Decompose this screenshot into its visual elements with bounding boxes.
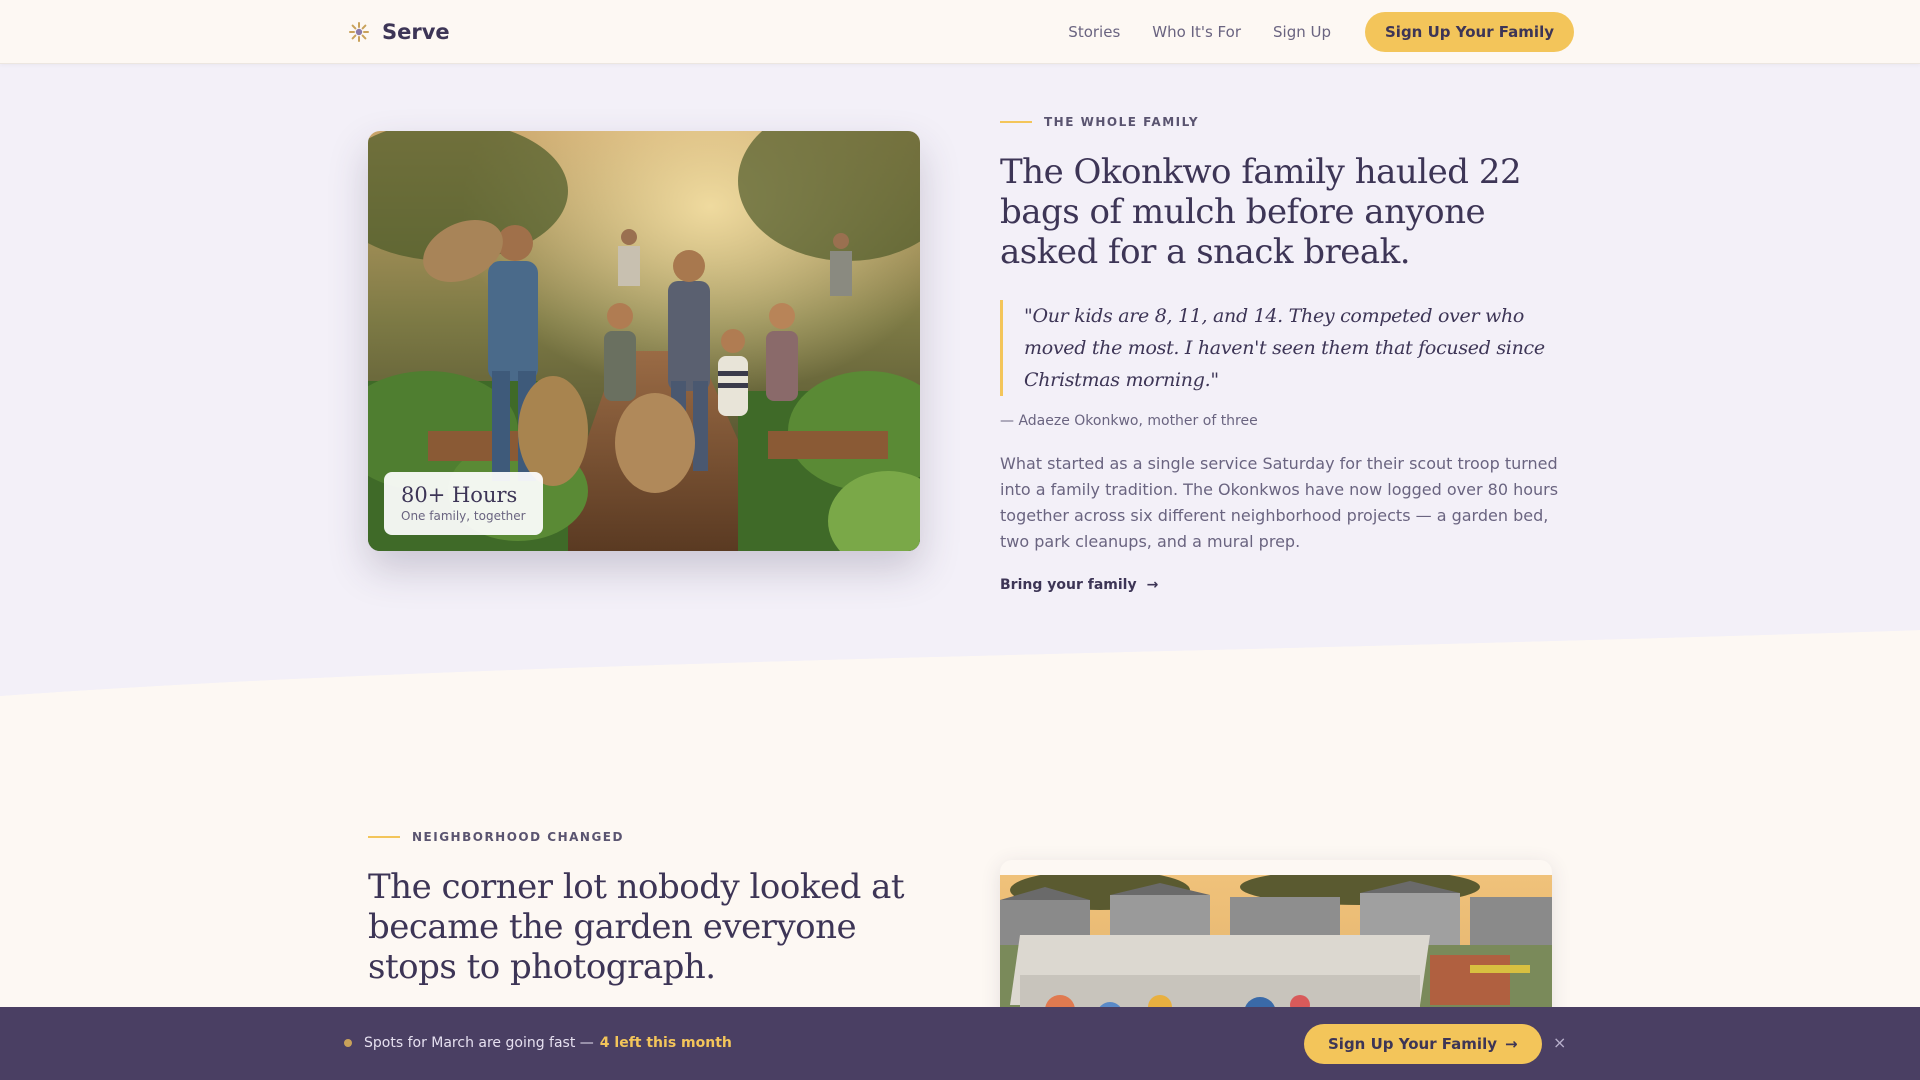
header-signup-button[interactable]: Sign Up Your Family — [1365, 12, 1574, 52]
sunburst-logo-icon — [349, 22, 369, 42]
story1-body: What started as a single service Saturda… — [1000, 454, 1559, 551]
bring-family-link[interactable]: Bring your family → — [1000, 577, 1560, 593]
quote-attribution: — Adaeze Okonkwo, mother of three — [1000, 413, 1258, 429]
family-garden-photo: 80+ Hours One family, together — [368, 131, 920, 551]
arrow-right-icon: → — [1146, 577, 1159, 593]
sticky-signup-bar: Spots for March are going fast — 4 left … — [0, 1007, 1920, 1080]
nav-stories[interactable]: Stories — [1068, 12, 1120, 52]
sticky-message-text: Spots for March are going fast — — [364, 1035, 594, 1051]
sticky-signup-button[interactable]: Sign Up Your Family → — [1304, 1024, 1542, 1064]
nav-sign-up[interactable]: Sign Up — [1273, 12, 1331, 52]
status-dot-icon — [344, 1039, 352, 1047]
brand-name: Serve — [382, 20, 450, 44]
story1-text: THE WHOLE FAMILY The Okonkwo family haul… — [1000, 115, 1560, 593]
sticky-message: Spots for March are going fast — 4 left … — [344, 1035, 732, 1051]
eyebrow-label: NEIGHBORHOOD CHANGED — [412, 830, 624, 844]
story2-headline: The corner lot nobody looked at became t… — [368, 867, 905, 987]
story-section-family — [0, 64, 1920, 714]
eyebrow-rule — [368, 836, 400, 838]
close-icon[interactable]: × — [1553, 1033, 1566, 1052]
eyebrow-rule — [1000, 121, 1032, 123]
site-header: Serve Stories Who It's For Sign Up Sign … — [0, 0, 1920, 64]
bring-family-label: Bring your family — [1000, 577, 1137, 593]
section-wave-divider — [0, 630, 1920, 730]
story2-text: NEIGHBORHOOD CHANGED The corner lot nobo… — [368, 830, 928, 987]
stat-value: 80+ Hours — [401, 483, 518, 507]
arrow-right-icon: → — [1505, 1035, 1518, 1053]
story1-eyebrow: THE WHOLE FAMILY — [1000, 115, 1560, 129]
sticky-signup-label: Sign Up Your Family — [1328, 1035, 1497, 1053]
story1-headline: The Okonkwo family hauled 22 bags of mul… — [1000, 152, 1522, 272]
stat-badge: 80+ Hours One family, together — [384, 472, 543, 535]
story2-eyebrow: NEIGHBORHOOD CHANGED — [368, 830, 928, 844]
main-nav: Stories Who It's For Sign Up Sign Up You… — [1068, 12, 1574, 52]
nav-who-its-for[interactable]: Who It's For — [1152, 12, 1241, 52]
brand[interactable]: Serve — [348, 20, 450, 44]
story1-quote: "Our kids are 8, 11, and 14. They compet… — [1000, 300, 1560, 396]
eyebrow-label: THE WHOLE FAMILY — [1044, 115, 1200, 129]
stat-caption: One family, together — [401, 509, 526, 523]
spots-left-highlight: 4 left this month — [599, 1035, 732, 1051]
